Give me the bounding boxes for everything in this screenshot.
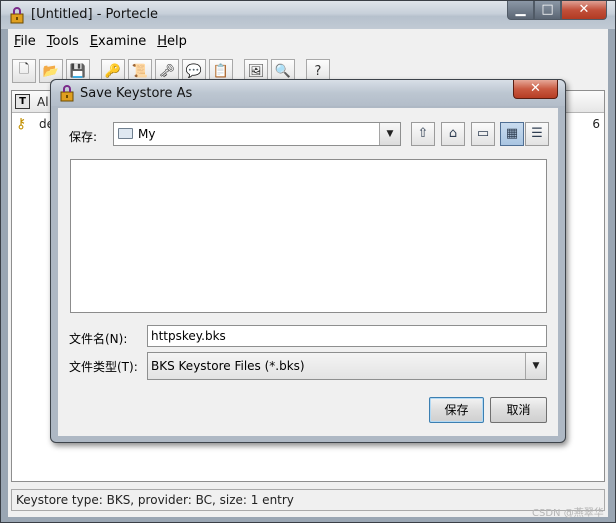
dialog-close-button[interactable]: ✕ xyxy=(513,80,558,99)
type-column-header[interactable]: T xyxy=(15,94,30,109)
watermark: CSDN @燕翠华 xyxy=(532,508,604,519)
file-list[interactable] xyxy=(70,159,547,313)
folder-icon xyxy=(118,128,133,139)
chevron-down-icon[interactable]: ▼ xyxy=(379,123,400,145)
new-keystore-icon[interactable]: 🗋 xyxy=(12,59,36,83)
maximize-button[interactable]: □ xyxy=(534,1,561,20)
portecle-dialog-icon xyxy=(60,85,74,102)
file-name-input[interactable]: httpskey.bks xyxy=(147,325,547,347)
menu-examine[interactable]: Examine xyxy=(90,34,146,49)
save-in-dropdown[interactable]: My ▼ xyxy=(113,122,401,146)
list-view-icon[interactable]: ▦ xyxy=(500,122,524,146)
save-in-value: My xyxy=(138,127,156,141)
main-window-title: [Untitled] - Portecle xyxy=(31,7,159,22)
dialog-title: Save Keystore As xyxy=(80,86,193,101)
keypair-entry-icon: ⚷ xyxy=(16,116,27,132)
cancel-button[interactable]: 取消 xyxy=(490,397,547,423)
dialog-client-area: 保存: My ▼ ⇧ ⌂ ▭ ▦ ☰ 文件名(N): httpskey.bks … xyxy=(58,108,558,436)
entry-date-fragment: 6 xyxy=(592,117,600,131)
up-folder-icon[interactable]: ⇧ xyxy=(411,122,435,146)
main-title-bar[interactable]: [Untitled] - Portecle ▁ □ ✕ xyxy=(1,1,615,29)
chevron-down-icon[interactable]: ▼ xyxy=(525,353,546,379)
file-type-label: 文件类型(T): xyxy=(69,360,138,374)
details-view-icon[interactable]: ☰ xyxy=(525,122,549,146)
file-type-value: BKS Keystore Files (*.bks) xyxy=(151,359,305,373)
menu-bar: File Tools Examine Help xyxy=(8,29,608,53)
dialog-title-bar[interactable]: Save Keystore As ✕ xyxy=(51,80,565,106)
new-folder-icon[interactable]: ▭ xyxy=(471,122,495,146)
home-icon[interactable]: ⌂ xyxy=(441,122,465,146)
close-window-button[interactable]: ✕ xyxy=(561,1,607,20)
save-button[interactable]: 保存 xyxy=(429,397,484,423)
save-keystore-dialog: Save Keystore As ✕ 保存: My ▼ ⇧ ⌂ ▭ ▦ ☰ 文件… xyxy=(50,79,566,443)
save-in-label: 保存: xyxy=(69,130,98,144)
minimize-button[interactable]: ▁ xyxy=(507,1,534,20)
file-name-label: 文件名(N): xyxy=(69,332,128,346)
menu-tools[interactable]: Tools xyxy=(47,34,79,49)
menu-help[interactable]: Help xyxy=(157,34,187,49)
alias-column-header[interactable]: Al xyxy=(37,95,49,109)
file-type-dropdown[interactable]: BKS Keystore Files (*.bks) ▼ xyxy=(147,352,547,380)
status-bar: Keystore type: BKS, provider: BC, size: … xyxy=(11,489,605,511)
menu-file[interactable]: File xyxy=(14,34,36,49)
portecle-app-icon xyxy=(10,7,24,24)
